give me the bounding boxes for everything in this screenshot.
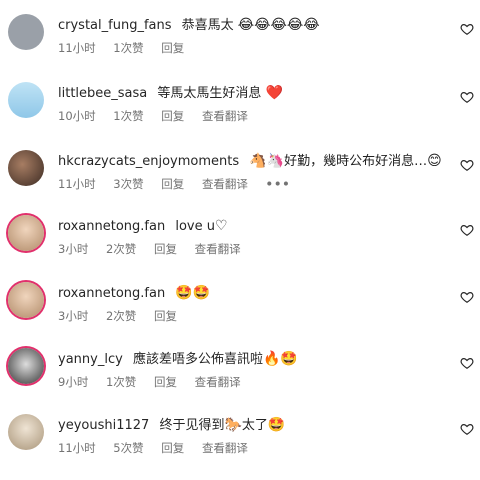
comment-time: 9小时 (58, 375, 89, 389)
avatar[interactable] (8, 282, 44, 318)
comment-username[interactable]: crystal_fung_fans (58, 18, 172, 33)
like-count[interactable]: 5次赞 (113, 441, 143, 455)
reply-button[interactable]: 回复 (161, 41, 184, 55)
like-heart-icon[interactable] (460, 356, 474, 370)
comment-username[interactable]: roxannetong.fan (58, 219, 165, 234)
comment-username[interactable]: hkcrazycats_enjoymoments (58, 154, 239, 169)
comment-item: crystal_fung_fans 恭喜馬太 😂😂😂😂😂 11小时 1次赞 回复 (0, 14, 480, 80)
like-heart-icon[interactable] (460, 290, 474, 304)
comment-text: 好勤，幾時公布好消息… (284, 154, 428, 169)
comment-text: 终于见得到 (159, 418, 225, 433)
see-translation-button[interactable]: 查看翻译 (195, 242, 241, 256)
comment-item: roxannetong.fan 🤩🤩 3小时 2次赞 回复 (0, 282, 480, 348)
like-heart-icon[interactable] (460, 22, 474, 36)
comment-emoji-after: 🤩 (267, 417, 286, 433)
like-heart-icon[interactable] (460, 223, 474, 237)
like-heart-icon[interactable] (460, 90, 474, 104)
comment-emoji: 🐴🦄 (249, 153, 285, 169)
comment-emoji: ❤️ (265, 85, 283, 101)
avatar[interactable] (8, 414, 44, 450)
comment-text-after: 太了 (241, 418, 268, 433)
comment-time: 11小时 (58, 177, 96, 191)
comment-emoji: 🐎 (224, 417, 242, 433)
comment-time: 11小时 (58, 41, 96, 55)
avatar[interactable] (8, 348, 44, 384)
like-heart-icon[interactable] (460, 158, 474, 172)
comment-item: littlebee_sasa 等馬太馬生好消息 ❤️ 10小时 1次赞 回复 查… (0, 82, 480, 148)
like-count[interactable]: 3次赞 (113, 177, 143, 191)
comment-time: 3小时 (58, 309, 89, 323)
reply-button[interactable]: 回复 (154, 375, 177, 389)
reply-button[interactable]: 回复 (161, 109, 184, 123)
comment-text: 應該差唔多公佈喜訊啦 (132, 352, 263, 367)
reply-button[interactable]: 回复 (154, 309, 177, 323)
comment-time: 11小时 (58, 441, 96, 455)
avatar[interactable] (8, 14, 44, 50)
comment-text: love u (175, 219, 215, 234)
like-count[interactable]: 1次赞 (113, 109, 143, 123)
reply-button[interactable]: 回复 (161, 177, 184, 191)
comment-emoji: 🔥🤩 (262, 351, 298, 367)
comment-text: 等馬太馬生好消息 (157, 86, 262, 101)
comment-emoji: 🤩🤩 (175, 285, 211, 301)
avatar[interactable] (8, 215, 44, 251)
comment-time: 10小时 (58, 109, 96, 123)
see-translation-button[interactable]: 查看翻译 (202, 109, 248, 123)
comment-emoji: 😂😂😂😂😂 (237, 17, 320, 33)
comment-time: 3小时 (58, 242, 89, 256)
comment-username[interactable]: yeyoushi1127 (58, 418, 149, 433)
like-count[interactable]: 1次赞 (113, 41, 143, 55)
comment-username[interactable]: roxannetong.fan (58, 286, 165, 301)
comment-list: crystal_fung_fans 恭喜馬太 😂😂😂😂😂 11小时 1次赞 回复… (0, 0, 480, 465)
like-count[interactable]: 2次赞 (106, 242, 136, 256)
comment-text: 恭喜馬太 (181, 18, 234, 33)
comment-username[interactable]: yanny_lcy (58, 352, 123, 367)
comment-item: roxannetong.fan love u♡ 3小时 2次赞 回复 查看翻译 (0, 215, 480, 281)
comment-emoji: ♡ (215, 218, 228, 234)
reply-button[interactable]: 回复 (161, 441, 184, 455)
comment-item: hkcrazycats_enjoymoments 🐴🦄好勤，幾時公布好消息…😊 … (0, 150, 480, 216)
see-translation-button[interactable]: 查看翻译 (202, 441, 248, 455)
avatar[interactable] (8, 150, 44, 186)
like-count[interactable]: 2次赞 (106, 309, 136, 323)
reply-button[interactable]: 回复 (154, 242, 177, 256)
like-count[interactable]: 1次赞 (106, 375, 136, 389)
more-options-icon[interactable]: ••• (266, 177, 291, 191)
comment-emoji-after: 😊 (427, 153, 442, 169)
avatar[interactable] (8, 82, 44, 118)
see-translation-button[interactable]: 查看翻译 (202, 177, 248, 191)
see-translation-button[interactable]: 查看翻译 (195, 375, 241, 389)
like-heart-icon[interactable] (460, 422, 474, 436)
comment-item: yeyoushi1127 终于见得到🐎太了🤩 11小时 5次赞 回复 查看翻译 (0, 414, 480, 480)
comment-item: yanny_lcy 應該差唔多公佈喜訊啦🔥🤩 9小时 1次赞 回复 查看翻译 (0, 348, 480, 414)
comment-username[interactable]: littlebee_sasa (58, 86, 147, 101)
